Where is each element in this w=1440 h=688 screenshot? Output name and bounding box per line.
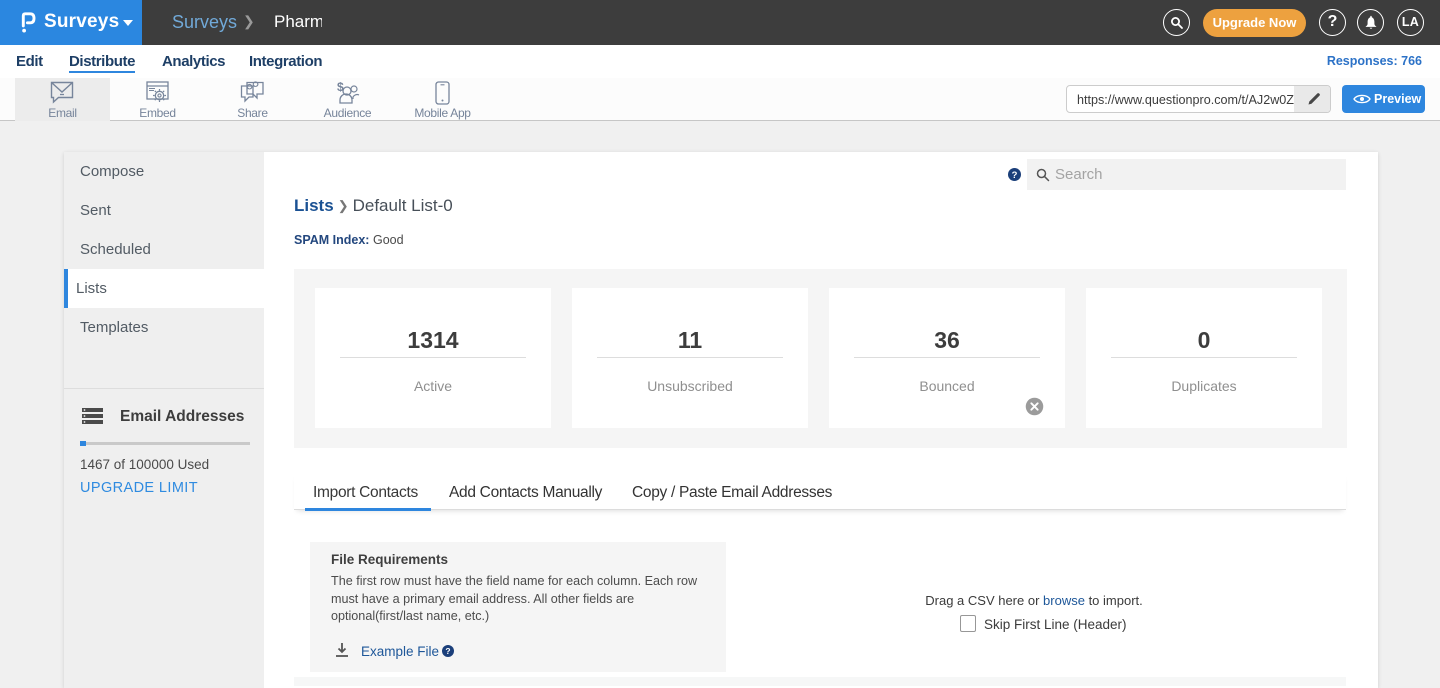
svg-text:?: ? [445, 646, 450, 656]
svg-text:?: ? [1012, 170, 1018, 181]
